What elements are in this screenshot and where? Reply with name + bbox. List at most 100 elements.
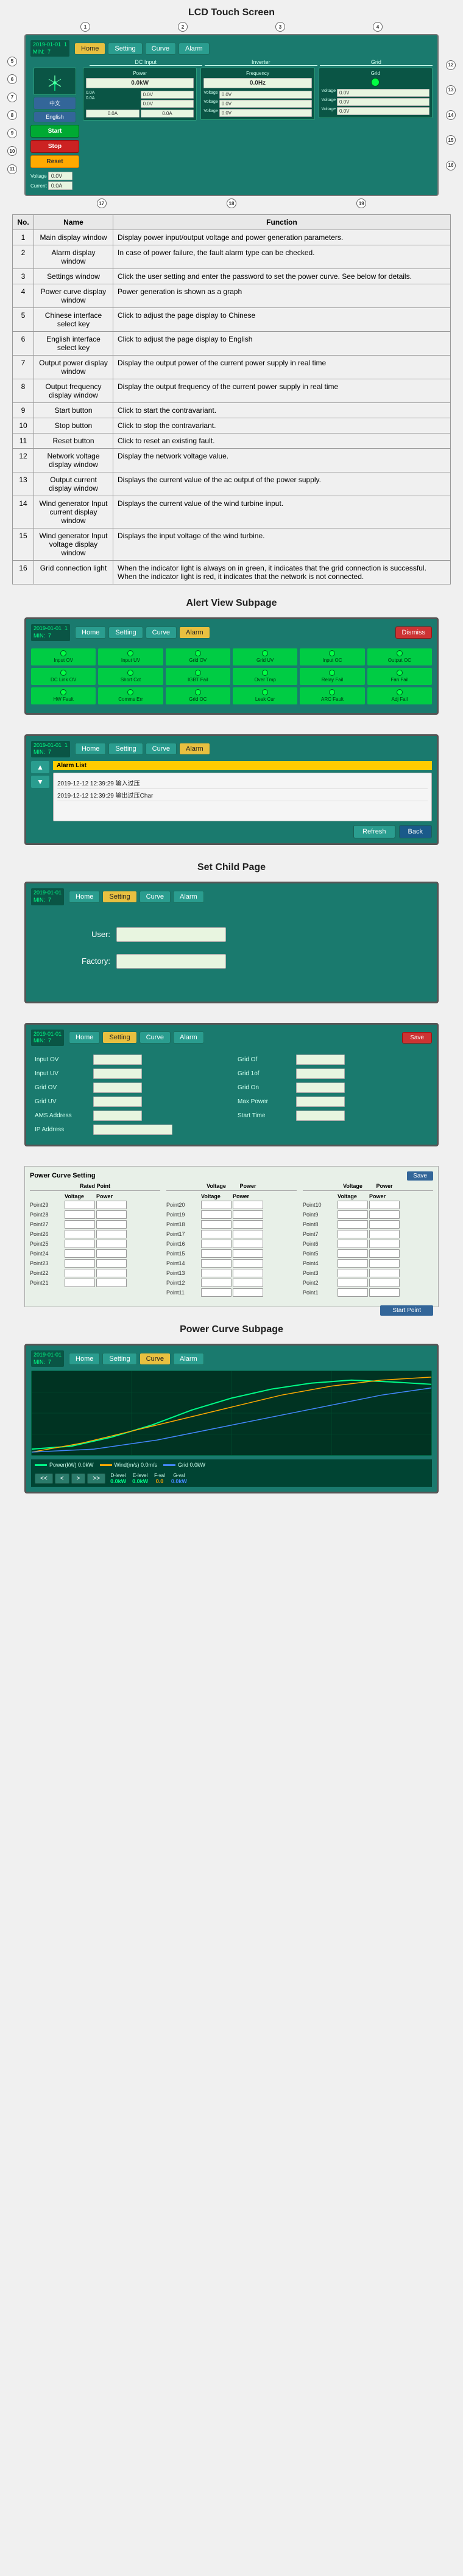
set-setting-btn[interactable]: Setting xyxy=(102,891,136,903)
refresh-btn[interactable]: Refresh xyxy=(353,825,395,838)
pcs-v-Point29[interactable] xyxy=(65,1201,95,1209)
pcs-v-Point23[interactable] xyxy=(65,1259,95,1268)
pcs-v-Point27[interactable] xyxy=(65,1220,95,1229)
pcs-p-Point10[interactable] xyxy=(369,1201,400,1209)
pcs-v-Point2[interactable] xyxy=(338,1279,368,1287)
nav-alarm-btn[interactable]: Alarm xyxy=(178,43,210,55)
pcs-v-Point26[interactable] xyxy=(65,1230,95,1238)
scroll-down-btn[interactable]: ▼ xyxy=(31,776,49,788)
pcs-p-Point22[interactable] xyxy=(96,1269,127,1277)
set-alarm-btn[interactable]: Alarm xyxy=(173,891,204,903)
grid-on-field[interactable] xyxy=(296,1083,345,1093)
start-time-field[interactable] xyxy=(296,1111,345,1121)
pcs-p-Point28[interactable] xyxy=(96,1210,127,1219)
max-power-field[interactable] xyxy=(296,1097,345,1107)
nav-setting-btn[interactable]: Setting xyxy=(108,43,142,55)
pcs-p-Point13[interactable] xyxy=(233,1269,263,1277)
pcs-p-Point11[interactable] xyxy=(233,1288,263,1297)
pcs-p-Point29[interactable] xyxy=(96,1201,127,1209)
alert-setting-btn[interactable]: Setting xyxy=(108,626,143,639)
user-input[interactable] xyxy=(116,927,226,942)
pcs-p-Point1[interactable] xyxy=(369,1288,400,1297)
pcs-v-Point1[interactable] xyxy=(338,1288,368,1297)
back-btn[interactable]: Back xyxy=(399,825,432,838)
pcs-v-Point25[interactable] xyxy=(65,1240,95,1248)
curve-nav-next[interactable]: > xyxy=(71,1473,86,1484)
pcs-start-btn[interactable]: Start Point xyxy=(380,1305,433,1316)
curve-nav-prev-prev[interactable]: << xyxy=(35,1473,53,1484)
alert-curve-btn[interactable]: Curve xyxy=(146,626,177,639)
input-ov-field[interactable] xyxy=(93,1055,142,1065)
english-btn[interactable]: English xyxy=(34,111,76,122)
scroll-up-btn[interactable]: ▲ xyxy=(31,761,49,773)
ip-field[interactable] xyxy=(93,1125,172,1135)
pcs-v-Point21[interactable] xyxy=(65,1279,95,1287)
pcs-p-Point25[interactable] xyxy=(96,1240,127,1248)
ams-field[interactable] xyxy=(93,1111,142,1121)
pcs-p-Point18[interactable] xyxy=(233,1220,263,1229)
alert-det-home-btn[interactable]: Home xyxy=(75,743,106,755)
pcs-v-Point16[interactable] xyxy=(201,1240,231,1248)
set-curve-btn[interactable]: Curve xyxy=(140,891,171,903)
pcs-v-Point18[interactable] xyxy=(201,1220,231,1229)
alert-home-btn[interactable]: Home xyxy=(75,626,106,639)
curve-nav-prev[interactable]: < xyxy=(55,1473,69,1484)
pcs-p-Point4[interactable] xyxy=(369,1259,400,1268)
pcs-p-Point12[interactable] xyxy=(233,1279,263,1287)
pcs-v-Point14[interactable] xyxy=(201,1259,231,1268)
pcs-v-Point8[interactable] xyxy=(338,1220,368,1229)
set-home-btn[interactable]: Home xyxy=(69,891,100,903)
pcs-v-Point24[interactable] xyxy=(65,1249,95,1258)
stop-button[interactable]: Stop xyxy=(30,140,79,153)
pcs-v-Point12[interactable] xyxy=(201,1279,231,1287)
pcs-v-Point3[interactable] xyxy=(338,1269,368,1277)
pcs-p-Point6[interactable] xyxy=(369,1240,400,1248)
alert-dismiss-btn[interactable]: Dismiss xyxy=(395,626,433,639)
factory-input[interactable] xyxy=(116,954,226,969)
sp-curve-btn[interactable]: Curve xyxy=(140,1031,171,1044)
pcs-p-Point23[interactable] xyxy=(96,1259,127,1268)
alert-alarm-btn[interactable]: Alarm xyxy=(179,626,210,639)
pcs-p-Point15[interactable] xyxy=(233,1249,263,1258)
grid-ov-field[interactable] xyxy=(93,1083,142,1093)
pcs-save-btn[interactable]: Save xyxy=(407,1171,433,1181)
pcs-p-Point3[interactable] xyxy=(369,1269,400,1277)
pc-setting-btn[interactable]: Setting xyxy=(102,1353,136,1365)
pcs-v-Point11[interactable] xyxy=(201,1288,231,1297)
pcs-v-Point9[interactable] xyxy=(338,1210,368,1219)
pcs-v-Point22[interactable] xyxy=(65,1269,95,1277)
reset-button[interactable]: Reset xyxy=(30,155,79,168)
pcs-p-Point27[interactable] xyxy=(96,1220,127,1229)
pcs-v-Point17[interactable] xyxy=(201,1230,231,1238)
pc-alarm-btn[interactable]: Alarm xyxy=(173,1353,204,1365)
pcs-v-Point7[interactable] xyxy=(338,1230,368,1238)
pcs-v-Point10[interactable] xyxy=(338,1201,368,1209)
grid-of-field[interactable] xyxy=(296,1055,345,1065)
sp-setting-btn[interactable]: Setting xyxy=(102,1031,136,1044)
pcs-p-Point19[interactable] xyxy=(233,1210,263,1219)
pcs-p-Point26[interactable] xyxy=(96,1230,127,1238)
pcs-p-Point14[interactable] xyxy=(233,1259,263,1268)
settings-save-btn[interactable]: Save xyxy=(402,1032,432,1044)
pcs-p-Point8[interactable] xyxy=(369,1220,400,1229)
pcs-v-Point4[interactable] xyxy=(338,1259,368,1268)
pcs-p-Point21[interactable] xyxy=(96,1279,127,1287)
input-uv-field[interactable] xyxy=(93,1069,142,1079)
pcs-p-Point24[interactable] xyxy=(96,1249,127,1258)
sp-alarm-btn[interactable]: Alarm xyxy=(173,1031,204,1044)
pcs-v-Point15[interactable] xyxy=(201,1249,231,1258)
pcs-p-Point7[interactable] xyxy=(369,1230,400,1238)
alert-det-setting-btn[interactable]: Setting xyxy=(108,743,143,755)
pcs-v-Point6[interactable] xyxy=(338,1240,368,1248)
start-button[interactable]: Start xyxy=(30,125,79,138)
pcs-p-Point5[interactable] xyxy=(369,1249,400,1258)
pcs-p-Point9[interactable] xyxy=(369,1210,400,1219)
pcs-v-Point5[interactable] xyxy=(338,1249,368,1258)
nav-home-btn[interactable]: Home xyxy=(74,43,105,55)
pc-home-btn[interactable]: Home xyxy=(69,1353,100,1365)
curve-nav-next-next[interactable]: >> xyxy=(87,1473,105,1484)
pcs-v-Point20[interactable] xyxy=(201,1201,231,1209)
pc-curve-btn[interactable]: Curve xyxy=(140,1353,171,1365)
pcs-v-Point13[interactable] xyxy=(201,1269,231,1277)
grid-1of-field[interactable] xyxy=(296,1069,345,1079)
